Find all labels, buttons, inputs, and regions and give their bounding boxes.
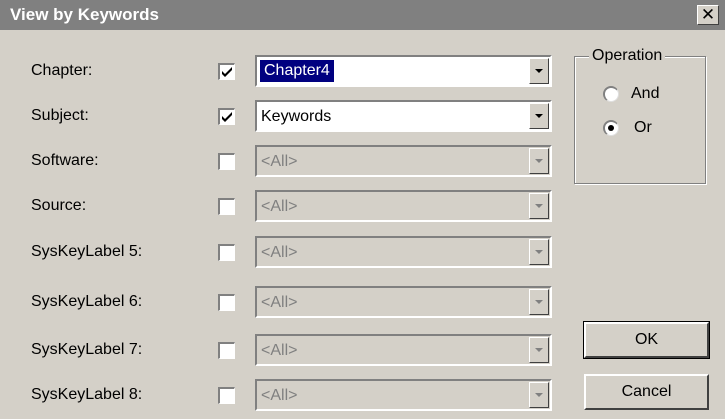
subject-checkbox[interactable] xyxy=(218,108,235,125)
syskeylabel5-dropdown[interactable]: <All> xyxy=(255,236,552,268)
chevron-down-icon xyxy=(535,69,543,73)
title-bar[interactable]: View by Keywords ✕ xyxy=(0,0,725,30)
software-checkbox[interactable] xyxy=(218,153,235,170)
syskeylabel6-checkbox[interactable] xyxy=(218,294,235,311)
subject-dropdown[interactable]: Keywords xyxy=(255,100,552,132)
operation-or-radio[interactable] xyxy=(603,120,619,136)
source-label: Source: xyxy=(31,197,87,214)
source-checkbox[interactable] xyxy=(218,198,235,215)
ok-button[interactable]: OK xyxy=(583,321,710,359)
operation-or-label[interactable]: Or xyxy=(634,119,652,137)
chevron-down-icon xyxy=(535,204,543,208)
source-dropdown[interactable]: <All> xyxy=(255,190,552,222)
chevron-down-icon xyxy=(535,250,543,254)
chevron-down-icon xyxy=(535,300,543,304)
software-dropdown[interactable]: <All> xyxy=(255,145,552,177)
syskeylabel8-dropdown-button[interactable] xyxy=(529,382,549,408)
syskeylabel8-checkbox[interactable] xyxy=(218,387,235,404)
close-icon: ✕ xyxy=(700,5,716,25)
chapter-dropdown[interactable]: Chapter4 xyxy=(255,55,552,87)
syskeylabel6-dropdown-value: <All> xyxy=(261,294,298,311)
chevron-down-icon xyxy=(535,114,543,118)
syskeylabel7-dropdown-value: <All> xyxy=(261,342,298,359)
source-dropdown-value: <All> xyxy=(261,198,298,215)
radio-selected-dot xyxy=(608,125,614,131)
close-button[interactable]: ✕ xyxy=(697,5,719,25)
chevron-down-icon xyxy=(535,393,543,397)
software-dropdown-button[interactable] xyxy=(529,148,549,174)
syskeylabel5-label: SysKeyLabel 5: xyxy=(31,243,143,260)
chevron-down-icon xyxy=(535,348,543,352)
subject-dropdown-button[interactable] xyxy=(529,103,549,129)
chapter-checkbox[interactable] xyxy=(218,63,235,80)
syskeylabel6-dropdown[interactable]: <All> xyxy=(255,286,552,318)
syskeylabel8-dropdown-value: <All> xyxy=(261,387,298,404)
syskeylabel7-checkbox[interactable] xyxy=(218,342,235,359)
syskeylabel8-label: SysKeyLabel 8: xyxy=(31,386,143,403)
operation-and-label[interactable]: And xyxy=(631,85,659,103)
operation-and-radio[interactable] xyxy=(603,86,619,102)
chapter-dropdown-value: Chapter4 xyxy=(260,60,334,82)
syskeylabel5-checkbox[interactable] xyxy=(218,244,235,261)
subject-dropdown-value: Keywords xyxy=(261,108,332,125)
syskeylabel8-dropdown[interactable]: <All> xyxy=(255,379,552,411)
syskeylabel5-dropdown-value: <All> xyxy=(261,244,298,261)
chapter-dropdown-button[interactable] xyxy=(529,58,549,84)
subject-label: Subject: xyxy=(31,107,89,124)
source-dropdown-button[interactable] xyxy=(529,193,549,219)
chapter-label: Chapter: xyxy=(31,62,93,79)
syskeylabel7-dropdown-button[interactable] xyxy=(529,337,549,363)
syskeylabel5-dropdown-button[interactable] xyxy=(529,239,549,265)
software-dropdown-value: <All> xyxy=(261,153,298,170)
syskeylabel6-label: SysKeyLabel 6: xyxy=(31,293,143,310)
checkmark-icon xyxy=(222,112,232,122)
window-title: View by Keywords xyxy=(10,5,159,24)
syskeylabel6-dropdown-button[interactable] xyxy=(529,289,549,315)
checkmark-icon xyxy=(222,67,232,77)
cancel-button[interactable]: Cancel xyxy=(584,374,709,410)
operation-group-title: Operation xyxy=(589,47,666,65)
software-label: Software: xyxy=(31,152,99,169)
syskeylabel7-label: SysKeyLabel 7: xyxy=(31,341,143,358)
syskeylabel7-dropdown[interactable]: <All> xyxy=(255,334,552,366)
chevron-down-icon xyxy=(535,159,543,163)
